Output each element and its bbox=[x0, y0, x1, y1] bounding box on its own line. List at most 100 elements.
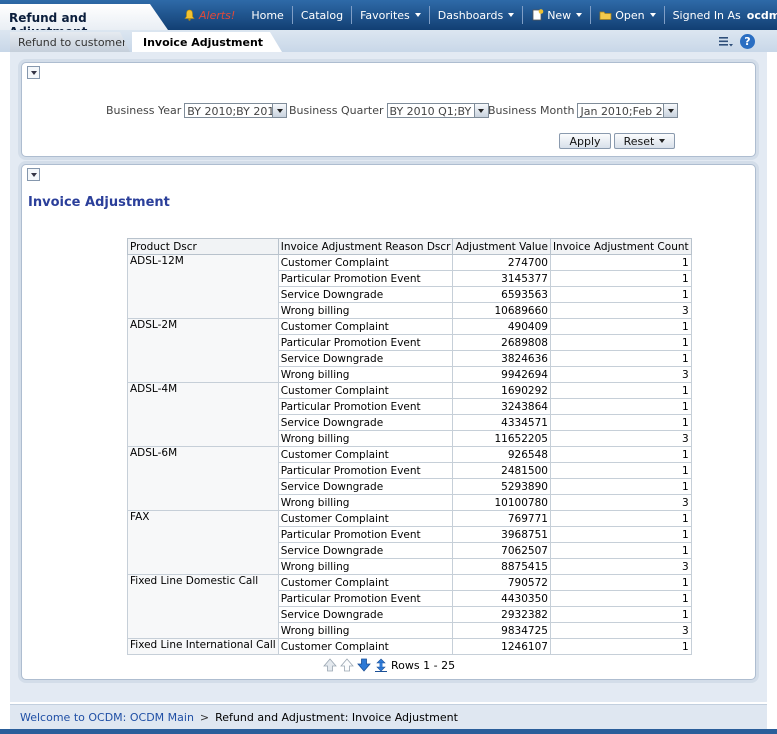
product-cell: ADSL-12M bbox=[127, 254, 279, 319]
tab-invoice-adjustment[interactable]: Invoice Adjustment bbox=[132, 32, 282, 52]
table-row: FAX Customer Complaint 769771 1 bbox=[127, 510, 692, 575]
business-year-label: Business Year bbox=[106, 104, 182, 117]
count-cell: 1 bbox=[549, 334, 692, 351]
show-all-rows-icon[interactable] bbox=[374, 658, 388, 672]
global-nav: Alerts! Home Catalog Favorites Dashboard… bbox=[176, 0, 777, 30]
collapse-toggle[interactable] bbox=[27, 168, 40, 181]
signed-in-label: Signed In As bbox=[672, 8, 741, 22]
reset-button[interactable]: Reset bbox=[614, 133, 675, 149]
value-cell: 790572 bbox=[452, 574, 551, 591]
report-title: Invoice Adjustment bbox=[28, 195, 170, 210]
table-body: ADSL-12M Customer Complaint 274700 1 Particu… bbox=[127, 254, 692, 655]
collapse-toggle[interactable] bbox=[27, 66, 40, 79]
next-page-icon[interactable] bbox=[357, 658, 371, 672]
tab-refund-to-customer[interactable]: Refund to customer bbox=[10, 32, 130, 52]
dropdown-arrow-icon bbox=[663, 104, 678, 117]
nav-catalog[interactable]: Catalog bbox=[291, 6, 351, 24]
dashboard-page-tabs: Refund to customer Invoice Adjustment bbox=[0, 30, 777, 52]
nav-new-label: New bbox=[547, 8, 572, 22]
value-cell: 3824636 bbox=[452, 350, 551, 367]
value-cell: 10100780 bbox=[452, 494, 551, 511]
value-cell: 9834725 bbox=[452, 622, 551, 639]
nav-favorites[interactable]: Favorites bbox=[351, 6, 429, 24]
count-cell: 1 bbox=[549, 286, 692, 303]
count-cell: 1 bbox=[549, 478, 692, 495]
count-cell: 1 bbox=[549, 446, 692, 463]
breadcrumb: Welcome to OCDM: OCDM Main > Refund and … bbox=[10, 704, 767, 729]
alerts-label: Alerts! bbox=[199, 8, 236, 22]
count-cell: 1 bbox=[549, 590, 692, 607]
product-cell: FAX bbox=[127, 510, 279, 575]
bell-icon bbox=[184, 9, 195, 21]
reason-cell: Wrong billing bbox=[277, 494, 454, 511]
value-cell: 4430350 bbox=[452, 590, 551, 607]
apply-button[interactable]: Apply bbox=[559, 133, 611, 149]
new-document-icon bbox=[532, 9, 544, 21]
reason-cell: Customer Complaint bbox=[277, 638, 454, 655]
count-cell: 3 bbox=[549, 494, 692, 511]
business-month-select[interactable]: Jan 2010;Feb 201 bbox=[577, 103, 679, 118]
nav-dashboards-label: Dashboards bbox=[437, 8, 504, 22]
previous-page-icon[interactable] bbox=[340, 658, 354, 672]
value-cell: 769771 bbox=[452, 510, 551, 527]
count-cell: 1 bbox=[549, 510, 692, 527]
value-cell: 490409 bbox=[452, 318, 551, 335]
product-cell: ADSL-2M bbox=[127, 318, 279, 383]
value-cell: 3968751 bbox=[452, 526, 551, 543]
business-quarter-label: Business Quarter bbox=[289, 104, 384, 117]
reset-button-label: Reset bbox=[623, 134, 655, 148]
prompt-business-month: Business Month Jan 2010;Feb 201 bbox=[488, 103, 679, 118]
business-quarter-select[interactable]: BY 2010 Q1;BY 20 bbox=[386, 103, 489, 118]
business-month-value: Jan 2010;Feb 201 bbox=[580, 105, 677, 118]
value-cell: 8875415 bbox=[452, 558, 551, 575]
column-header[interactable]: Product Dscr bbox=[127, 238, 279, 255]
alerts-link[interactable]: Alerts! bbox=[176, 6, 243, 24]
table-row: ADSL-4M Customer Complaint 1690292 1 bbox=[127, 382, 692, 447]
value-cell: 5293890 bbox=[452, 478, 551, 495]
reason-cell: Wrong billing bbox=[277, 558, 454, 575]
product-cell: ADSL-6M bbox=[127, 446, 279, 511]
table-header-row: Product Dscr Invoice Adjustment Reason D… bbox=[127, 238, 692, 255]
table-pager: Rows 1 - 25 bbox=[323, 658, 455, 672]
count-cell: 1 bbox=[549, 382, 692, 399]
value-cell: 3145377 bbox=[452, 270, 551, 287]
chevron-down-icon bbox=[649, 13, 656, 17]
column-header[interactable]: Adjustment Value bbox=[452, 238, 551, 255]
column-header[interactable]: Invoice Adjustment Reason Dscr bbox=[277, 238, 454, 255]
reason-cell: Particular Promotion Event bbox=[277, 590, 454, 607]
reason-cell: Customer Complaint bbox=[277, 574, 454, 591]
help-icon[interactable]: ? bbox=[740, 34, 755, 49]
first-page-icon[interactable] bbox=[323, 658, 337, 672]
reason-cell: Customer Complaint bbox=[277, 446, 454, 463]
count-cell: 1 bbox=[549, 638, 692, 655]
reason-cell: Wrong billing bbox=[277, 366, 454, 383]
reason-cell: Customer Complaint bbox=[277, 510, 454, 527]
table-row: ADSL-2M Customer Complaint 490409 1 bbox=[127, 318, 692, 383]
count-cell: 1 bbox=[549, 398, 692, 415]
reason-cell: Service Downgrade bbox=[277, 478, 454, 495]
dashboard-content: Business Year BY 2010;BY 2011 Business Q… bbox=[10, 52, 767, 702]
nav-dashboards[interactable]: Dashboards bbox=[428, 6, 522, 24]
business-year-select[interactable]: BY 2010;BY 2011 bbox=[184, 103, 288, 118]
value-cell: 1690292 bbox=[452, 382, 551, 399]
reason-cell: Service Downgrade bbox=[277, 350, 454, 367]
reason-cell: Service Downgrade bbox=[277, 286, 454, 303]
signed-in-menu[interactable]: Signed In As ocdm bbox=[663, 6, 777, 24]
nav-home[interactable]: Home bbox=[243, 6, 291, 24]
reason-cell: Customer Complaint bbox=[277, 318, 454, 335]
page-tools: ? bbox=[718, 34, 755, 49]
page-options-icon[interactable] bbox=[718, 35, 734, 48]
username: ocdm bbox=[746, 8, 777, 22]
chevron-down-icon bbox=[576, 13, 583, 17]
column-header[interactable]: Invoice Adjustment Count bbox=[549, 238, 692, 255]
nav-open[interactable]: Open bbox=[590, 6, 663, 24]
nav-open-label: Open bbox=[615, 8, 645, 22]
folder-icon bbox=[599, 11, 612, 20]
business-year-value: BY 2010;BY 2011 bbox=[187, 105, 282, 118]
reason-cell: Customer Complaint bbox=[277, 382, 454, 399]
nav-new[interactable]: New bbox=[522, 6, 590, 24]
dropdown-arrow-icon bbox=[473, 104, 488, 117]
breadcrumb-ocdm-main[interactable]: Welcome to OCDM: OCDM Main bbox=[20, 711, 194, 724]
reason-cell: Service Downgrade bbox=[277, 414, 454, 431]
count-cell: 1 bbox=[549, 254, 692, 271]
